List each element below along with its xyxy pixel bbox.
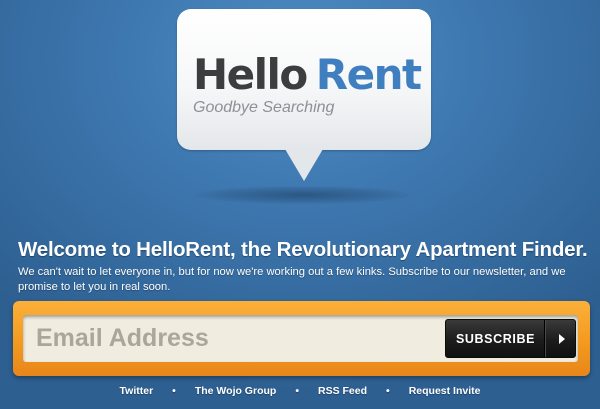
footer-separator: • [295, 385, 299, 397]
logo-bubble-tail [285, 149, 323, 181]
subscribe-button[interactable]: SUBSCRIBE [445, 319, 576, 358]
subscribe-button-label: SUBSCRIBE [455, 331, 536, 346]
footer-separator: • [386, 385, 390, 397]
footer-link-wojo-group[interactable]: The Wojo Group [195, 385, 276, 397]
arrow-right-icon [546, 333, 575, 344]
footer-link-rss-feed[interactable]: RSS Feed [318, 385, 367, 397]
subscribe-bar: SUBSCRIBE [13, 301, 590, 376]
email-input[interactable] [23, 315, 445, 362]
logo-word-hello: Hello [193, 50, 308, 99]
welcome-headline: Welcome to HelloRent, the Revolutionary … [18, 238, 588, 261]
logo-tagline: Goodbye Searching [193, 99, 335, 116]
footer-link-request-invite[interactable]: Request Invite [409, 385, 481, 397]
logo-word-rent: Rent [315, 50, 422, 99]
welcome-body: We can't wait to let everyone in, but fo… [18, 266, 566, 293]
logo: Hello Rent [193, 54, 422, 96]
footer-link-twitter[interactable]: Twitter [120, 385, 154, 397]
subscribe-form: SUBSCRIBE [23, 315, 578, 362]
logo-bubble-shadow [195, 186, 410, 204]
footer-separator: • [172, 385, 176, 397]
footer-links: Twitter • The Wojo Group • RSS Feed • Re… [0, 385, 600, 397]
